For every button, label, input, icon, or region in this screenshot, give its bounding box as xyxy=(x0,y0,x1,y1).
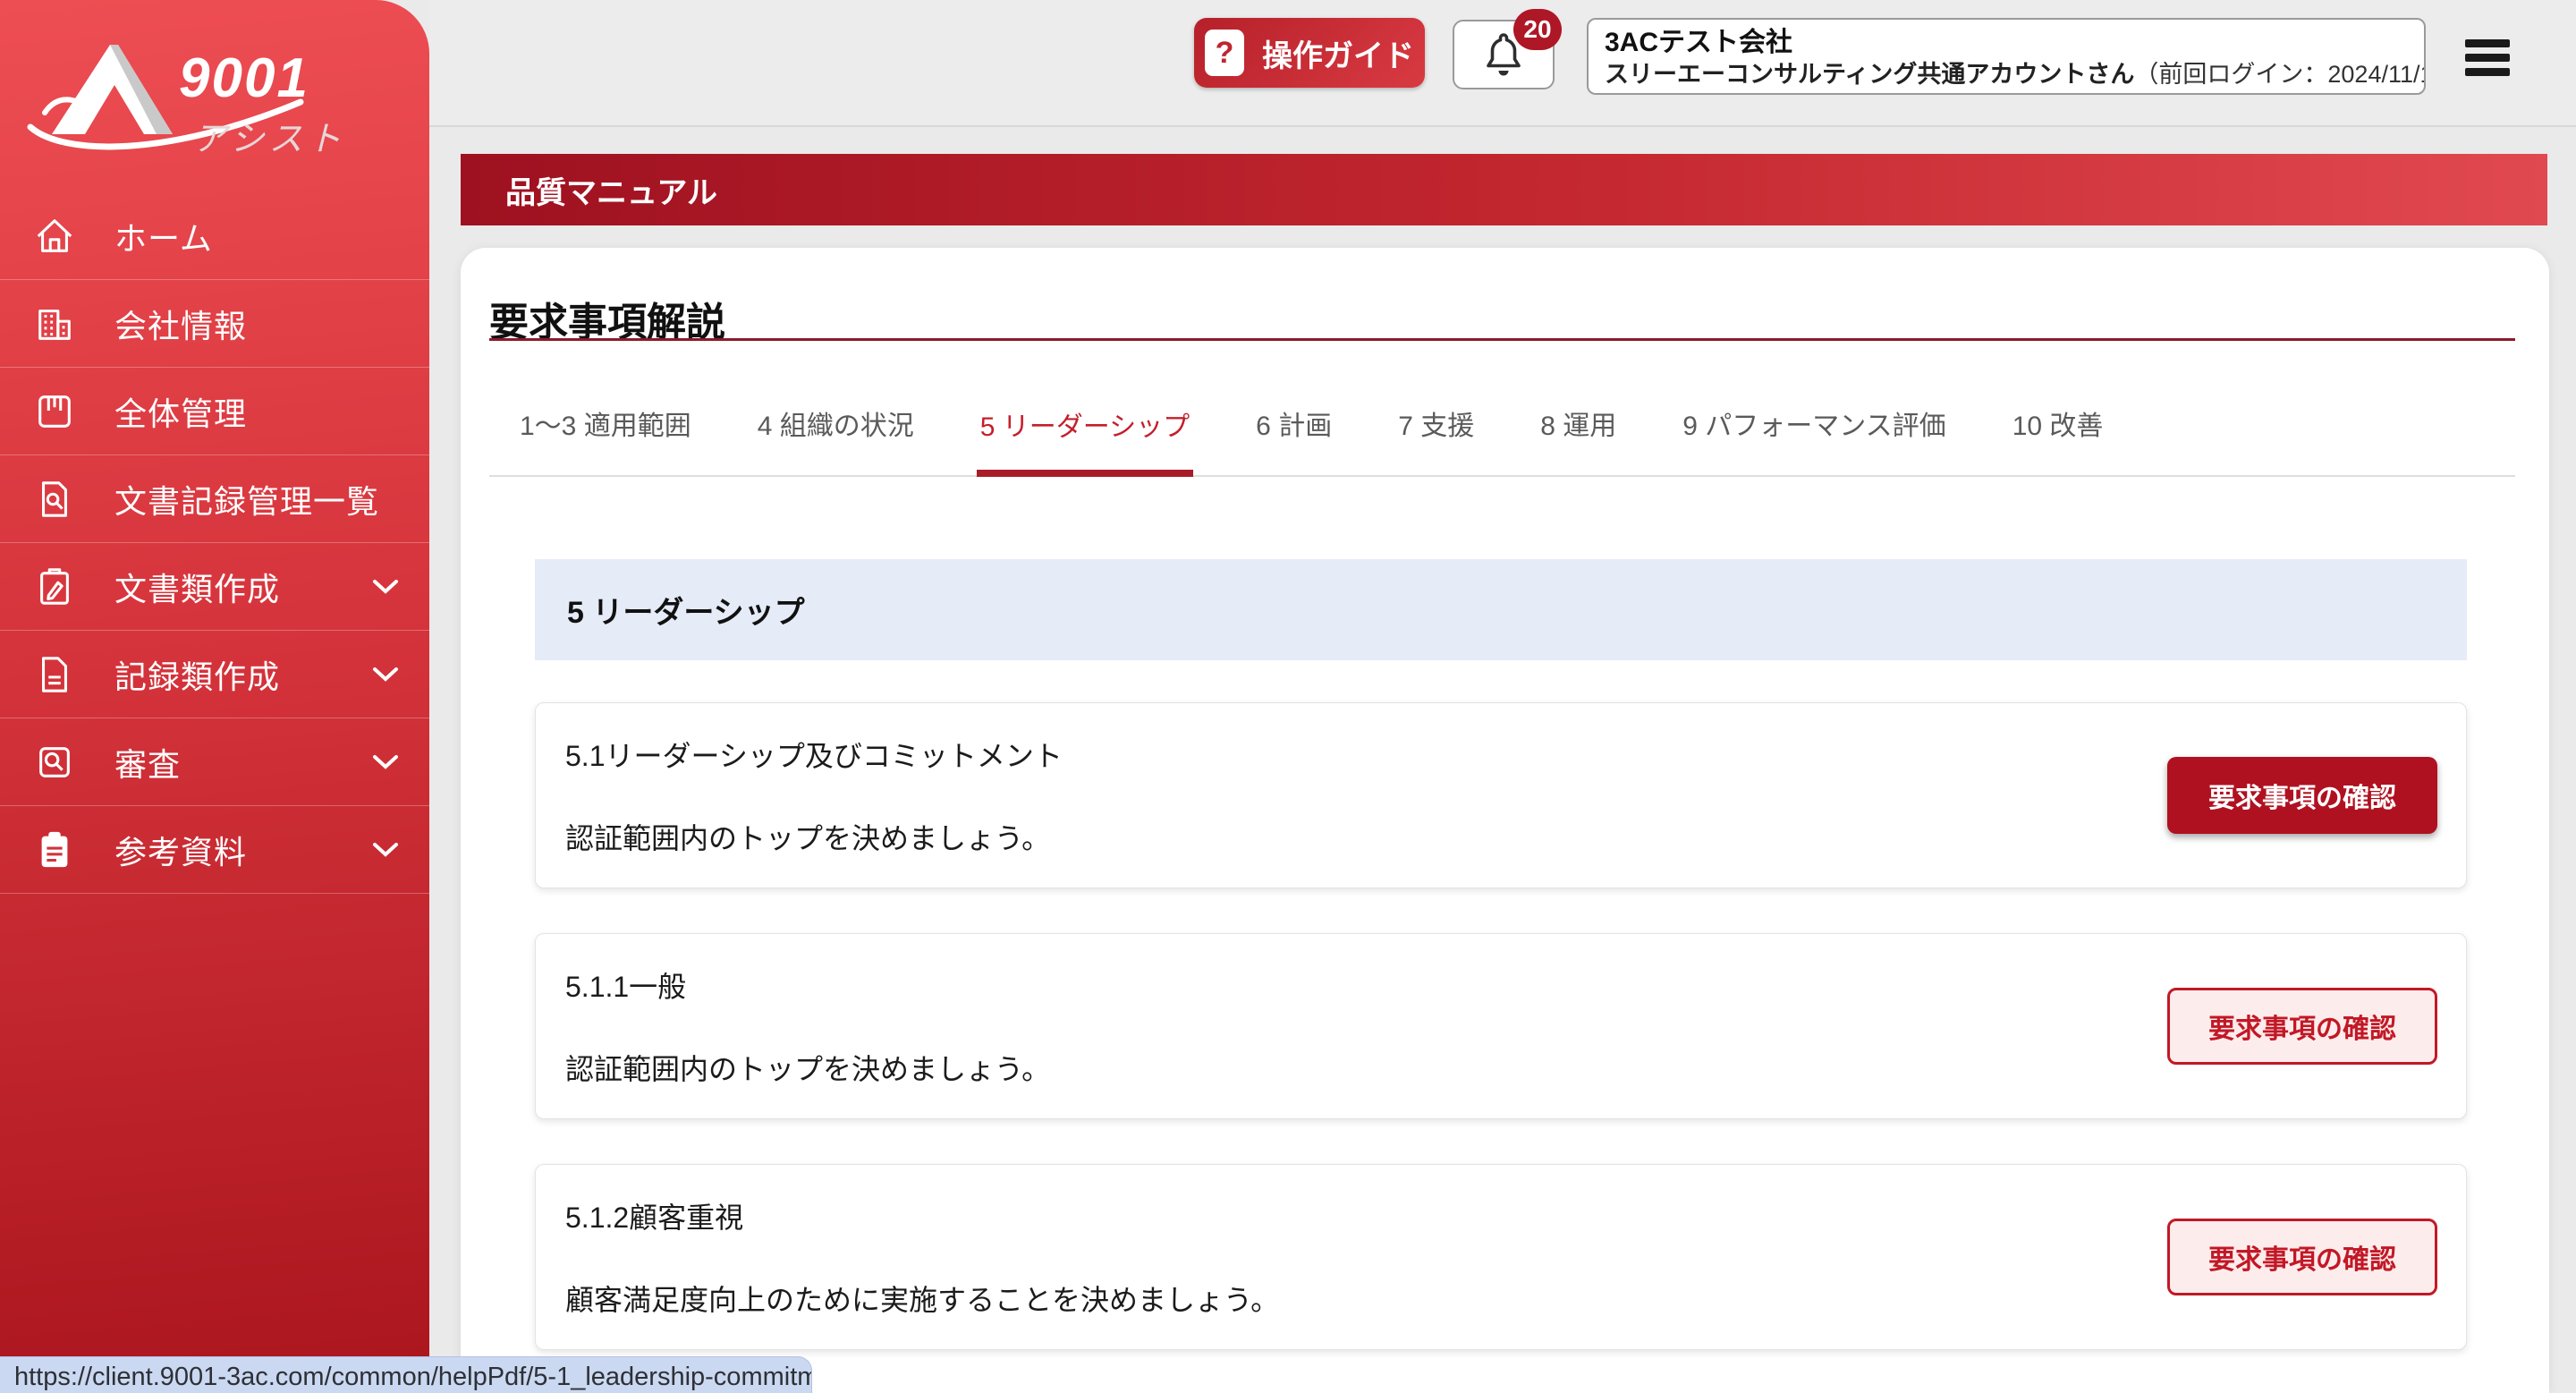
sidebar-item-overall-management[interactable]: 全体管理 xyxy=(0,368,429,455)
sidebar-item-audit[interactable]: 審査 xyxy=(0,718,429,806)
requirement-card: 5.1.1一般 認証範囲内のトップを決めましょう。 要求事項の確認 xyxy=(535,933,2467,1119)
sidebar-menu: ホーム 会社情報 全体管理 xyxy=(0,192,429,894)
sidebar-item-label: 会社情報 xyxy=(114,301,399,347)
document-lines-icon xyxy=(34,654,75,695)
clause-tab[interactable]: 5 リーダーシップ xyxy=(977,382,1193,477)
home-icon xyxy=(34,216,75,257)
brand-subtitle: アシスト xyxy=(193,111,345,160)
banner-label: 品質マニュアル xyxy=(505,168,717,212)
main-content-panel: 要求事項解説 1〜3 適用範囲 4 組織の状況 5 リーダーシップ 6 計画 7… xyxy=(461,248,2549,1393)
sidebar-item-label: 記録類作成 xyxy=(114,651,372,698)
building-icon xyxy=(34,303,75,344)
clause-tab[interactable]: 7 支援 xyxy=(1394,382,1478,475)
section-heading-band: 5 リーダーシップ xyxy=(535,559,2467,660)
check-requirements-button[interactable]: 要求事項の確認 xyxy=(2167,1219,2437,1295)
sidebar-item-document-records-list[interactable]: 文書記録管理一覧 xyxy=(0,455,429,543)
sidebar-item-label: 文書類作成 xyxy=(114,564,372,610)
account-user-line: スリーエーコンサルティング共通アカウントさん（前回ログイン：2024/11/11… xyxy=(1605,59,2408,89)
document-search-icon xyxy=(34,479,75,520)
sidebar-item-home[interactable]: ホーム xyxy=(0,192,429,280)
sidebar-item-company-info[interactable]: 会社情報 xyxy=(0,280,429,368)
clipboard-icon xyxy=(34,829,75,871)
link-status-bar: https://client.9001-3ac.com/common/helpP… xyxy=(0,1356,812,1393)
clause-tab[interactable]: 1〜3 適用範囲 xyxy=(516,382,695,475)
chevron-down-icon xyxy=(372,754,399,770)
notification-count-badge: 20 xyxy=(1513,9,1562,50)
requirement-cards: 5.1リーダーシップ及びコミットメント 認証範囲内のトップを決めましょう。 要求… xyxy=(535,702,2467,1393)
brand-logo[interactable]: 9001 アシスト xyxy=(0,0,429,192)
check-requirements-button[interactable]: 要求事項の確認 xyxy=(2167,757,2437,834)
section-heading: 5 リーダーシップ xyxy=(567,588,805,632)
chevron-down-icon xyxy=(372,579,399,595)
sidebar-item-label: 審査 xyxy=(114,739,372,786)
management-board-icon xyxy=(34,391,75,432)
check-requirements-button[interactable]: 要求事項の確認 xyxy=(2167,988,2437,1065)
requirement-card-title: 5.1.2顧客重視 xyxy=(565,1195,2144,1236)
clause-tabs: 1〜3 適用範囲 4 組織の状況 5 リーダーシップ 6 計画 7 支援 8 運… xyxy=(489,382,2515,477)
sidebar-item-label: ホーム xyxy=(114,213,399,259)
sidebar-item-reference-materials[interactable]: 参考資料 xyxy=(0,806,429,894)
account-company-name: 3ACテスト会社 xyxy=(1605,27,2408,59)
clause-tab[interactable]: 10 改善 xyxy=(2009,382,2107,475)
brand-number: 9001 xyxy=(179,47,309,110)
account-last-login: （前回ログイン：2024/11/11 17:16:38） xyxy=(2134,61,2426,88)
sidebar-item-label: 全体管理 xyxy=(114,388,399,435)
sidebar-item-label: 文書記録管理一覧 xyxy=(114,476,399,522)
requirement-card-description: 認証範囲内のトップを決めましょう。 xyxy=(565,816,2144,857)
notifications-button[interactable]: 20 xyxy=(1453,20,1555,89)
sidebar-item-label: 参考資料 xyxy=(114,827,372,873)
requirement-card: 5.1リーダーシップ及びコミットメント 認証範囲内のトップを決めましょう。 要求… xyxy=(535,702,2467,888)
chevron-down-icon xyxy=(372,667,399,683)
title-underline xyxy=(489,338,2515,341)
hamburger-menu-icon[interactable] xyxy=(2465,39,2510,77)
account-info-box[interactable]: 3ACテスト会社 スリーエーコンサルティング共通アカウントさん（前回ログイン：2… xyxy=(1587,18,2426,95)
document-edit-icon xyxy=(34,566,75,607)
operation-guide-button[interactable]: ? 操作ガイド xyxy=(1194,18,1425,88)
clause-tab[interactable]: 6 計画 xyxy=(1252,382,1335,475)
sidebar-item-record-creation[interactable]: 記録類作成 xyxy=(0,631,429,718)
clause-tab[interactable]: 4 組織の状況 xyxy=(754,382,918,475)
requirement-card-title: 5.1.1一般 xyxy=(565,964,2144,1006)
operation-guide-label: 操作ガイド xyxy=(1262,31,1414,75)
requirement-card-description: 認証範囲内のトップを決めましょう。 xyxy=(565,1047,2144,1088)
clause-tab[interactable]: 8 運用 xyxy=(1537,382,1620,475)
requirement-card-title: 5.1リーダーシップ及びコミットメント xyxy=(565,734,2144,775)
clause-tab[interactable]: 9 パフォーマンス評価 xyxy=(1679,382,1949,475)
search-icon xyxy=(34,742,75,783)
chevron-down-icon xyxy=(372,842,399,858)
account-user-name: スリーエーコンサルティング共通アカウントさん xyxy=(1605,61,2134,88)
link-status-url: https://client.9001-3ac.com/common/helpP… xyxy=(14,1363,812,1392)
sidebar-item-document-creation[interactable]: 文書類作成 xyxy=(0,543,429,631)
quality-manual-banner: 品質マニュアル xyxy=(461,154,2547,225)
question-icon: ? xyxy=(1205,30,1244,76)
app-root: ? 操作ガイド 20 3ACテスト会社 スリーエーコンサルティング共通アカウント… xyxy=(0,0,2576,1393)
requirement-card-description: 顧客満足度向上のために実施することを決めましょう。 xyxy=(565,1278,2144,1319)
requirement-card: 5.1.2顧客重視 顧客満足度向上のために実施することを決めましょう。 要求事項… xyxy=(535,1164,2467,1350)
sidebar: 9001 アシスト ホーム 会社情報 xyxy=(0,0,429,1393)
